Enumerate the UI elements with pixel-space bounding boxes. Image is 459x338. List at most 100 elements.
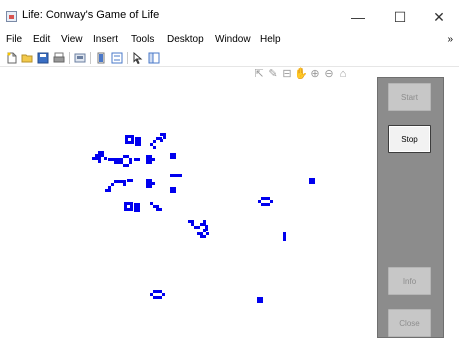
start-button[interactable]: Start [388, 83, 431, 111]
live-cell [173, 174, 176, 177]
live-cell [117, 158, 120, 161]
open-file-icon[interactable] [21, 52, 33, 64]
live-cell [120, 158, 123, 161]
figure-toolbar [0, 49, 459, 67]
live-cell [176, 174, 179, 177]
menu-file[interactable]: File [6, 34, 22, 45]
live-cell [131, 138, 134, 141]
maximize-button[interactable]: ☐ [386, 6, 414, 28]
live-cell [98, 154, 101, 157]
live-cell [108, 189, 111, 192]
property-inspector-icon[interactable] [148, 52, 160, 64]
live-cell [197, 232, 200, 235]
live-cell [188, 220, 191, 223]
live-cell [128, 141, 131, 144]
live-cell [123, 183, 126, 186]
link-plot-icon[interactable] [74, 52, 86, 64]
brush-icon[interactable]: ✎ [266, 66, 280, 82]
live-cell [149, 158, 152, 161]
live-cell [124, 208, 127, 211]
live-cell [283, 232, 286, 235]
live-cell [205, 225, 208, 228]
close-window-button[interactable]: ✕ [425, 6, 453, 28]
live-cell [200, 235, 203, 238]
live-cell [146, 179, 149, 182]
live-cell [134, 203, 137, 206]
live-cell [131, 135, 134, 138]
live-cell [159, 208, 162, 211]
live-cell [130, 205, 133, 208]
live-cell [264, 203, 267, 206]
live-cell [123, 164, 126, 167]
live-cell [108, 158, 111, 161]
title-bar: Life: Conway's Game of Life — ☐ ✕ [0, 0, 459, 32]
menu-edit[interactable]: Edit [33, 34, 50, 45]
home-icon[interactable]: ⌂ [336, 66, 350, 82]
live-cell [137, 206, 140, 209]
live-cell [114, 161, 117, 164]
matlab-figure-icon [6, 11, 17, 22]
live-cell [162, 293, 165, 296]
live-cell [170, 190, 173, 193]
menu-desktop[interactable]: Desktop [167, 34, 204, 45]
menu-window[interactable]: Window [215, 34, 251, 45]
insert-colorbar-icon[interactable] [95, 52, 107, 64]
live-cell [101, 151, 104, 154]
menu-tools[interactable]: Tools [131, 34, 154, 45]
live-cell [120, 180, 123, 183]
info-button[interactable]: Info [388, 267, 431, 295]
live-cell [92, 157, 95, 160]
live-cell [105, 189, 108, 192]
menu-view[interactable]: View [61, 34, 83, 45]
live-cell [170, 187, 173, 190]
live-cell [135, 137, 138, 140]
live-cell [257, 297, 260, 300]
live-cell [111, 158, 114, 161]
print-icon[interactable] [53, 52, 65, 64]
zoom-in-icon[interactable]: ⊕ [308, 66, 322, 82]
live-cell [149, 155, 152, 158]
live-cell [163, 133, 166, 136]
menu-help[interactable]: Help [260, 34, 281, 45]
minimize-button[interactable]: — [344, 6, 372, 28]
live-cell [179, 174, 182, 177]
stop-button[interactable]: Stop [388, 125, 431, 153]
live-cell [200, 232, 203, 235]
datatip-icon[interactable]: ⊟ [280, 66, 294, 82]
pointer-icon[interactable] [132, 52, 144, 64]
live-cell [260, 297, 263, 300]
live-cell [267, 203, 270, 206]
live-cell [146, 182, 149, 185]
insert-legend-icon[interactable] [111, 52, 123, 64]
zoom-out-icon[interactable]: ⊖ [322, 66, 336, 82]
live-cell [270, 200, 273, 203]
live-cell [203, 220, 206, 223]
live-cell [160, 139, 163, 142]
live-cell [264, 197, 267, 200]
export-icon[interactable]: ⇱ [252, 66, 266, 82]
live-cell [156, 205, 159, 208]
pan-icon[interactable]: ✋ [294, 66, 308, 82]
live-cell [261, 197, 264, 200]
live-cell [146, 158, 149, 161]
live-cell [191, 220, 194, 223]
live-cell [153, 205, 156, 208]
toolbar-separator [127, 52, 128, 64]
live-cell [137, 209, 140, 212]
live-cell [170, 153, 173, 156]
close-button[interactable]: Close [388, 309, 431, 337]
live-cell [159, 296, 162, 299]
live-cell [152, 182, 155, 185]
live-cell [153, 146, 156, 149]
menu-overflow-icon[interactable]: » [447, 34, 453, 45]
live-cell [124, 205, 127, 208]
live-cell [127, 208, 130, 211]
new-figure-icon[interactable] [6, 52, 18, 64]
live-cell [134, 209, 137, 212]
live-cell [117, 180, 120, 183]
live-cell [114, 158, 117, 161]
save-icon[interactable] [37, 52, 49, 64]
life-grid-canvas[interactable] [0, 85, 370, 335]
menu-insert[interactable]: Insert [93, 34, 118, 45]
live-cell [206, 232, 209, 235]
